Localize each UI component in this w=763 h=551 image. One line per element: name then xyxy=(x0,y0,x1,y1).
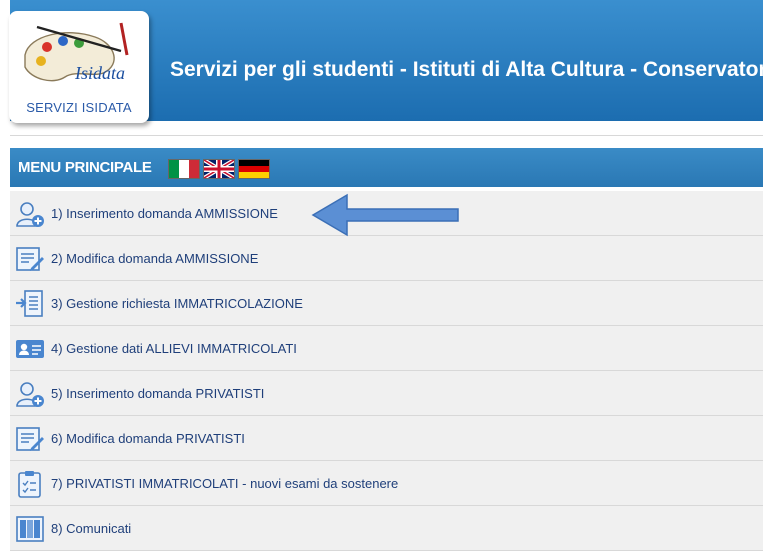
main-menu-list: 1) Inserimento domanda AMMISSIONE 2) Mod… xyxy=(10,191,763,551)
menu-item-inserimento-privatisti[interactable]: 5) Inserimento domanda PRIVATISTI xyxy=(10,371,763,416)
menu-item-label: 4) Gestione dati ALLIEVI IMMATRICOLATI xyxy=(51,341,297,356)
logo-caption: SERVIZI ISIDATA xyxy=(26,100,132,115)
user-add-icon xyxy=(15,200,45,228)
page-header: Isidata SERVIZI ISIDATA Servizi per gli … xyxy=(0,0,763,123)
german-flag-icon[interactable] xyxy=(238,159,270,179)
menu-item-label: 2) Modifica domanda AMMISSIONE xyxy=(51,251,259,266)
menu-item-comunicati[interactable]: 8) Comunicati xyxy=(10,506,763,551)
menu-item-label: 5) Inserimento domanda PRIVATISTI xyxy=(51,386,265,401)
edit-form-icon xyxy=(15,245,45,273)
svg-text:Isidata: Isidata xyxy=(74,63,125,83)
menu-item-modifica-ammissione[interactable]: 2) Modifica domanda AMMISSIONE xyxy=(10,236,763,281)
left-arrow-icon xyxy=(311,193,459,237)
menu-item-label: 6) Modifica domanda PRIVATISTI xyxy=(51,431,245,446)
menu-item-label: 7) PRIVATISTI IMMATRICOLATI - nuovi esam… xyxy=(51,476,399,491)
menu-item-immatricolazione[interactable]: 3) Gestione richiesta IMMATRICOLAZIONE xyxy=(10,281,763,326)
menu-title: MENU PRINCIPALE xyxy=(18,159,152,176)
menu-item-allievi-immatricolati[interactable]: 4) Gestione dati ALLIEVI IMMATRICOLATI xyxy=(10,326,763,371)
header-divider xyxy=(10,135,763,136)
clipboard-check-icon xyxy=(15,470,45,498)
menu-item-label: 3) Gestione richiesta IMMATRICOLAZIONE xyxy=(51,296,303,311)
italian-flag-icon[interactable] xyxy=(168,159,200,179)
menu-item-label: 1) Inserimento domanda AMMISSIONE xyxy=(51,206,278,221)
document-arrow-icon xyxy=(15,290,45,318)
menu-item-modifica-privatisti[interactable]: 6) Modifica domanda PRIVATISTI xyxy=(10,416,763,461)
uk-flag-icon[interactable] xyxy=(203,159,235,179)
isidata-logo[interactable]: Isidata SERVIZI ISIDATA xyxy=(9,11,149,123)
palette-logo-icon: Isidata xyxy=(24,22,129,83)
page-title: Servizi per gli studenti - Istituti di A… xyxy=(170,58,763,81)
menu-item-label: 8) Comunicati xyxy=(51,521,132,536)
id-card-icon xyxy=(15,335,45,363)
edit-form-icon xyxy=(15,425,45,453)
user-add-icon xyxy=(15,380,45,408)
main-menu-bar: MENU PRINCIPALE xyxy=(10,148,763,187)
notice-board-icon xyxy=(15,515,45,543)
menu-item-privatisti-immatricolati[interactable]: 7) PRIVATISTI IMMATRICOLATI - nuovi esam… xyxy=(10,461,763,506)
